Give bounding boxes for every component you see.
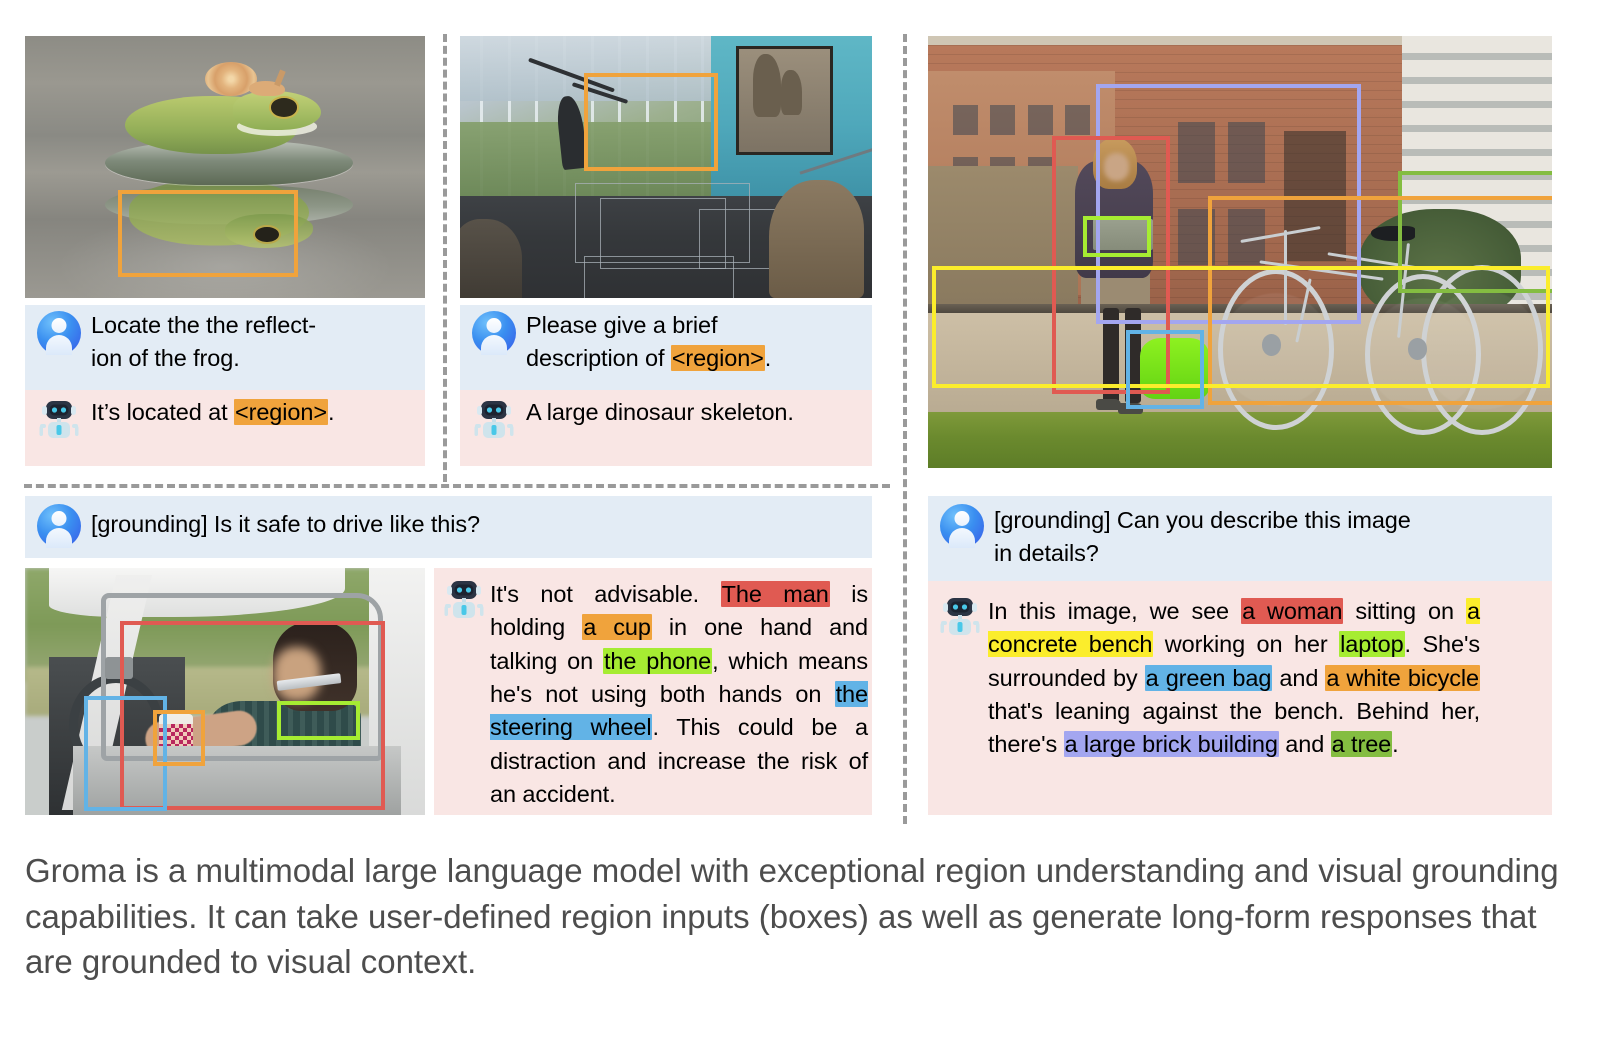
dino-user-line2-prefix: description of: [526, 345, 671, 372]
grounded-phrase-red: The man: [720, 581, 830, 607]
robot-glyph: [444, 581, 484, 618]
robot-avatar-icon: [472, 396, 516, 442]
frog-bot-region-token: <region>: [233, 399, 328, 425]
dino-user-line2-suffix: .: [764, 345, 772, 372]
grounded-phrase-green: laptop: [1339, 631, 1405, 658]
grounded-phrase-purple: a large brick building: [1063, 731, 1279, 758]
answer-text-segment: It's not advisable.: [490, 581, 721, 607]
dino-bot-bubble: A large dinosaur skeleton.: [460, 390, 872, 466]
bbox-reflection-of-the-frog: [118, 190, 298, 277]
frog-bot-suffix: .: [327, 399, 335, 425]
answer-text-segment: working on her: [1153, 631, 1340, 658]
bicycle-woman-photo: [928, 36, 1552, 468]
dino-user-text: Please give a brief description of <regi…: [526, 305, 771, 376]
robot-glyph: [474, 401, 514, 438]
divider-horizontal: [24, 484, 890, 488]
dino-user-line1: Please give a brief: [526, 312, 718, 338]
divider-vertical-top-left: [443, 34, 447, 482]
frog-bot-text: It’s located at <region>.: [91, 390, 334, 429]
describe-question-text: [grounding] Can you describe this image …: [994, 496, 1411, 571]
robot-avatar-icon: [938, 593, 982, 639]
answer-text-segment: sitting on: [1343, 598, 1467, 624]
dino-user-bubble: Please give a brief description of <regi…: [460, 305, 872, 390]
frog-user-line1: Locate the the reflect-: [91, 312, 317, 338]
user-avatar-icon: [940, 504, 984, 548]
describe-question-bubble: [grounding] Can you describe this image …: [928, 496, 1552, 581]
answer-text-segment: In this image, we see: [988, 598, 1242, 624]
driving-question-text: [grounding] Is it safe to drive like thi…: [91, 511, 480, 537]
grounded-phrase-blue: a green bag: [1144, 664, 1273, 691]
dino-user-region-token: <region>: [670, 345, 765, 372]
bbox-laptop: [1083, 216, 1151, 257]
driving-answer-text: It's not advisable. The man is holding a…: [490, 568, 868, 812]
frog-user-line2: ion of the frog.: [91, 345, 240, 372]
user-avatar-icon: [37, 311, 81, 355]
describe-question-line2: in details?: [994, 540, 1099, 567]
bbox-a-cup: [153, 710, 205, 766]
figure-root: Locate the the reflect- ion of the frog.: [0, 0, 1598, 1056]
grounded-phrase-orange: a white bicycle: [1325, 664, 1480, 691]
driving-question-bubble: [grounding] Is it safe to drive like thi…: [25, 496, 872, 558]
car-photo: [25, 568, 425, 815]
dino-bot-text: A large dinosaur skeleton.: [526, 399, 794, 425]
frog-bot-bubble: It’s located at <region>.: [25, 390, 425, 466]
frog-user-bubble: Locate the the reflect- ion of the frog.: [25, 305, 425, 390]
answer-text-segment: and: [1272, 664, 1326, 691]
bbox-dinosaur-skeleton: [584, 73, 718, 171]
bbox-a-concrete-bench: [932, 266, 1550, 388]
frog-user-text: Locate the the reflect- ion of the frog.: [91, 305, 316, 376]
grounded-phrase-olive: a tree: [1330, 731, 1393, 758]
describe-answer-text: In this image, we see a woman sitting on…: [988, 581, 1480, 762]
driving-answer-bubble: It's not advisable. The man is holding a…: [434, 568, 872, 815]
frog-bot-prefix: It’s located at: [91, 399, 234, 425]
dinosaur-photo: [460, 36, 872, 298]
robot-glyph: [39, 401, 79, 438]
bbox-the-phone: [277, 701, 360, 740]
grounded-phrase-orange: a cup: [582, 614, 652, 641]
user-avatar-icon: [37, 504, 81, 548]
grounded-phrase-red: a woman: [1241, 598, 1344, 624]
grounded-phrase-green: the phone: [603, 647, 713, 674]
user-avatar-icon: [472, 311, 516, 355]
bbox-a-green-bag: [1126, 330, 1204, 409]
robot-avatar-icon: [37, 396, 81, 442]
figure-caption: Groma is a multimodal large language mod…: [25, 852, 1559, 981]
answer-text-segment: .: [1392, 731, 1399, 758]
robot-glyph: [940, 598, 980, 635]
frog-photo: [25, 36, 425, 298]
robot-avatar-icon: [442, 576, 486, 622]
describe-answer-bubble: In this image, we see a woman sitting on…: [928, 581, 1552, 815]
describe-question-line1: [grounding] Can you describe this image: [994, 507, 1411, 533]
answer-text-segment: and: [1278, 731, 1331, 758]
divider-vertical-main: [903, 34, 907, 824]
